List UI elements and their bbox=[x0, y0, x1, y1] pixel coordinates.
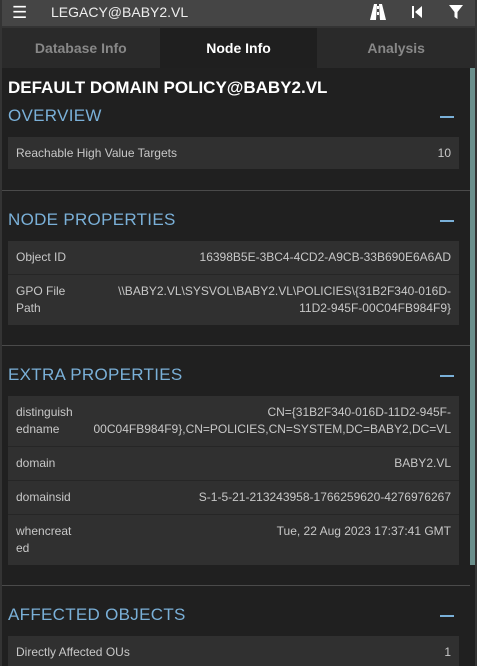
row-value: CN={31B2F340-016D-11D2-945F- bbox=[267, 405, 451, 419]
filter-icon[interactable] bbox=[448, 3, 464, 21]
tab-node-info[interactable]: Node Info bbox=[159, 28, 318, 68]
row-value: 11D2-945F-00C04FB984F9} bbox=[299, 301, 451, 315]
collapse-icon[interactable] bbox=[440, 220, 454, 222]
row-value: Tue, 22 Aug 2023 17:37:41 GMT bbox=[276, 524, 451, 538]
row-value: 16398B5E-3BC4-4CD2-A9CB-33B690E6A6AD bbox=[199, 250, 451, 264]
row-label: Directly Affected OUs bbox=[16, 645, 130, 659]
row-label: whencreat bbox=[16, 524, 72, 538]
table-row: Directly Affected OUs 1 bbox=[8, 636, 459, 666]
collapse-icon[interactable] bbox=[440, 116, 454, 118]
scrollbar[interactable] bbox=[470, 68, 475, 565]
node-title: DEFAULT DOMAIN POLICY@BABY2.VL bbox=[8, 78, 328, 97]
section-title: OVERVIEW bbox=[8, 106, 102, 125]
search-bar: ☰ LEGACY@BABY2.VL bbox=[2, 0, 475, 26]
row-label: edname bbox=[16, 422, 60, 436]
section-header-affected-objects[interactable]: AFFECTED OBJECTS bbox=[8, 605, 458, 629]
tab-analysis[interactable]: Analysis bbox=[317, 28, 476, 68]
section-header-overview[interactable]: OVERVIEW bbox=[8, 106, 458, 130]
section-header-extra-properties[interactable]: EXTRA PROPERTIES bbox=[8, 365, 458, 389]
tab-bar: Database Info Node Info Analysis bbox=[2, 28, 476, 68]
menu-icon[interactable]: ☰ bbox=[12, 4, 27, 21]
row-value: 1 bbox=[444, 645, 451, 659]
row-label: ed bbox=[16, 541, 30, 555]
table-row: whencreat ed Tue, 22 Aug 2023 17:37:41 G… bbox=[8, 514, 459, 566]
row-value: \\BABY2.VL\SYSVOL\BABY2.VL\POLICIES\{31B… bbox=[118, 284, 451, 298]
pathfinding-icon[interactable] bbox=[369, 3, 387, 21]
table-row: Object ID 16398B5E-3BC4-4CD2-A9CB-33B690… bbox=[8, 241, 459, 274]
row-value: 00C04FB984F9},CN=POLICIES,CN=SYSTEM,DC=B… bbox=[93, 422, 452, 436]
tab-database-info[interactable]: Database Info bbox=[2, 28, 160, 68]
collapse-icon[interactable] bbox=[440, 615, 454, 617]
collapse-icon[interactable] bbox=[440, 375, 454, 377]
divider bbox=[2, 345, 470, 346]
section-title: AFFECTED OBJECTS bbox=[8, 605, 186, 624]
divider bbox=[2, 190, 470, 191]
overview-table: Reachable High Value Targets 10 bbox=[8, 137, 459, 169]
table-row: GPO File Path \\BABY2.VL\SYSVOL\BABY2.VL… bbox=[8, 274, 459, 326]
row-value: 10 bbox=[437, 146, 451, 160]
row-label: distinguish bbox=[16, 405, 73, 419]
divider bbox=[2, 585, 470, 586]
search-input[interactable]: LEGACY@BABY2.VL bbox=[51, 4, 188, 20]
table-row: domain BABY2.VL bbox=[8, 446, 459, 481]
extra-properties-table: distinguish edname CN={31B2F340-016D-11D… bbox=[8, 396, 459, 565]
table-row: distinguish edname CN={31B2F340-016D-11D… bbox=[8, 396, 459, 446]
back-icon[interactable] bbox=[410, 3, 424, 21]
section-title: NODE PROPERTIES bbox=[8, 210, 176, 229]
row-label: Path bbox=[16, 301, 41, 315]
row-value: S-1-5-21-213243958-1766259620-4276976267 bbox=[198, 490, 451, 504]
row-value: BABY2.VL bbox=[394, 456, 451, 470]
table-row: domainsid S-1-5-21-213243958-1766259620-… bbox=[8, 480, 459, 515]
node-info-panel: ☰ LEGACY@BABY2.VL Database Info Node Inf… bbox=[0, 0, 483, 666]
row-label: domainsid bbox=[16, 490, 71, 504]
row-label: Reachable High Value Targets bbox=[16, 146, 177, 160]
section-header-node-properties[interactable]: NODE PROPERTIES bbox=[8, 210, 458, 234]
section-title: EXTRA PROPERTIES bbox=[8, 365, 183, 384]
affected-objects-table: Directly Affected OUs 1 bbox=[8, 636, 459, 666]
row-label: Object ID bbox=[16, 250, 67, 264]
row-label: GPO File bbox=[16, 284, 66, 298]
row-label: domain bbox=[16, 456, 56, 470]
table-row: Reachable High Value Targets 10 bbox=[8, 137, 459, 169]
node-properties-table: Object ID 16398B5E-3BC4-4CD2-A9CB-33B690… bbox=[8, 241, 459, 325]
